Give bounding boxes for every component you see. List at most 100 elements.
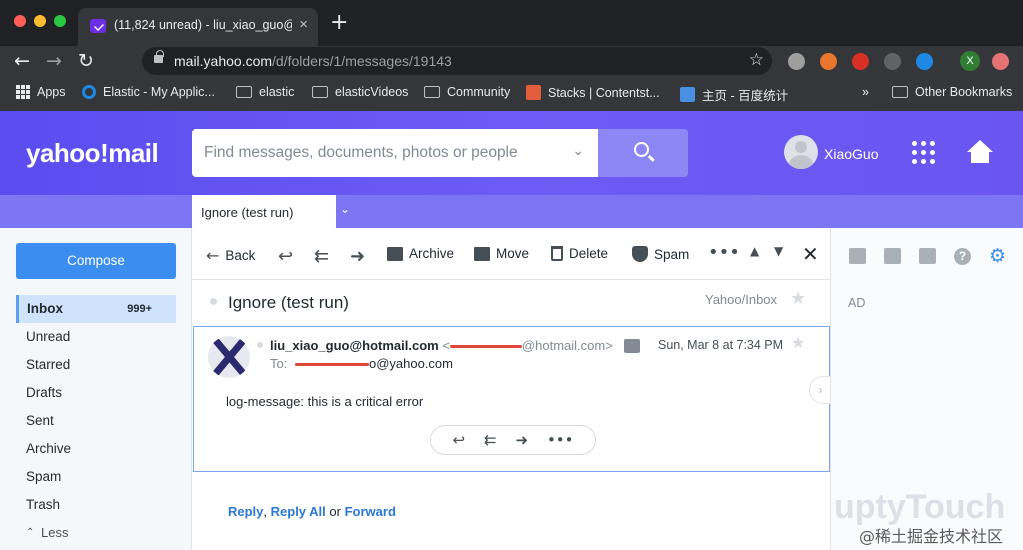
mail-header: yahoo!mail Find messages, documents, pho… bbox=[0, 111, 1023, 195]
sidebar-item-drafts[interactable]: Drafts bbox=[16, 379, 176, 407]
profile-avatar[interactable]: X bbox=[960, 51, 980, 71]
sidebar-item-spam[interactable]: Spam bbox=[16, 463, 176, 491]
quick-actions-pill: ↩ ⇇ ➜ ••• bbox=[430, 425, 596, 455]
delete-button[interactable]: Delete bbox=[551, 246, 608, 261]
address-bar[interactable]: mail.yahoo.com/d/folders/1/messages/1914… bbox=[142, 47, 772, 75]
search-input[interactable]: Find messages, documents, photos or peop… bbox=[192, 129, 598, 177]
sidebar-item-starred[interactable]: Starred bbox=[16, 351, 176, 379]
minimize-window-button[interactable] bbox=[34, 15, 46, 27]
more-actions-button[interactable]: ••• bbox=[708, 242, 740, 263]
trash-icon bbox=[551, 246, 563, 261]
spam-button[interactable]: Spam bbox=[632, 246, 689, 262]
reply-all-button[interactable]: ⇇ bbox=[314, 246, 329, 267]
message-from: liu_xiao_guo@hotmail.com < @hotmail.com> bbox=[270, 338, 613, 353]
forward-button[interactable]: ➜ bbox=[350, 246, 365, 267]
tab-close-icon[interactable]: × bbox=[299, 16, 308, 33]
bookmark-other[interactable]: Other Bookmarks bbox=[892, 85, 1012, 99]
new-tab-button[interactable]: + bbox=[330, 10, 348, 35]
forward-link[interactable]: Forward bbox=[345, 504, 396, 519]
archive-icon bbox=[387, 246, 403, 261]
star-icon[interactable]: ★ bbox=[790, 288, 806, 309]
reply-button[interactable]: ↩ bbox=[278, 246, 293, 267]
apps-grid-icon bbox=[16, 85, 30, 99]
chevron-down-icon[interactable]: ⌄ bbox=[572, 143, 584, 159]
reply-all-icon[interactable]: ⇇ bbox=[484, 431, 497, 449]
sender-name[interactable]: liu_xiao_guo@hotmail.com bbox=[270, 338, 439, 353]
read-status-dot[interactable] bbox=[210, 298, 217, 305]
bookmark-apps[interactable]: Apps bbox=[16, 85, 66, 99]
contacts-icon[interactable] bbox=[849, 248, 866, 264]
compose-button[interactable]: Compose bbox=[16, 243, 176, 279]
search-icon bbox=[634, 142, 649, 157]
close-window-button[interactable] bbox=[14, 15, 26, 27]
chart-icon bbox=[680, 87, 695, 102]
star-icon[interactable]: ★ bbox=[791, 333, 805, 352]
bookmark-folder-elasticvideos[interactable]: elasticVideos bbox=[312, 85, 408, 99]
next-message-button[interactable]: ▼ bbox=[774, 244, 783, 258]
extension-icon[interactable] bbox=[820, 53, 837, 70]
sidebar-less-toggle[interactable]: ⌃ Less bbox=[16, 519, 176, 547]
print-icon[interactable] bbox=[624, 339, 640, 353]
bookmark-star-icon[interactable]: ☆ bbox=[749, 50, 764, 70]
bookmark-folder-elastic[interactable]: elastic bbox=[236, 85, 294, 99]
extension-icon[interactable] bbox=[992, 53, 1009, 70]
watermark-site: @稀土掘金技术社区 bbox=[859, 527, 1004, 546]
stacks-icon bbox=[526, 85, 541, 100]
bookmark-elastic-app[interactable]: Elastic - My Applic... bbox=[82, 85, 215, 99]
help-icon[interactable]: ? bbox=[954, 247, 971, 265]
sidebar-item-archive[interactable]: Archive bbox=[16, 435, 176, 463]
reply-icon: ↩ bbox=[278, 246, 294, 267]
bookmarks-bar: Apps Elastic - My Applic... elastic elas… bbox=[0, 79, 1023, 111]
settings-gear-icon[interactable]: ⚙ bbox=[989, 245, 1006, 267]
ad-label: AD bbox=[848, 296, 866, 310]
archive-button[interactable]: Archive bbox=[387, 246, 454, 261]
adblock-icon[interactable] bbox=[852, 53, 869, 70]
recipient-address[interactable]: o@yahoo.com bbox=[369, 356, 453, 371]
reply-link[interactable]: Reply bbox=[228, 504, 263, 519]
home-icon[interactable] bbox=[967, 140, 993, 164]
reply-all-link[interactable]: Reply All bbox=[271, 504, 326, 519]
folder-icon bbox=[236, 86, 252, 98]
more-bookmarks-button[interactable]: » bbox=[862, 85, 869, 99]
search-button[interactable] bbox=[598, 129, 688, 177]
sidebar-item-trash[interactable]: Trash bbox=[16, 491, 176, 519]
reload-icon[interactable]: ↻ bbox=[78, 50, 94, 72]
forward-icon[interactable]: ➜ bbox=[515, 431, 528, 449]
info-extension-icon[interactable] bbox=[884, 53, 901, 70]
more-dots-icon[interactable]: ••• bbox=[547, 431, 574, 449]
user-name[interactable]: XiaoGuo bbox=[824, 146, 878, 162]
back-button[interactable]: ← Back bbox=[206, 246, 255, 265]
sidebar-item-sent[interactable]: Sent bbox=[16, 407, 176, 435]
reply-links: Reply, Reply All or Forward bbox=[228, 504, 396, 519]
bookmark-stacks[interactable]: Stacks | Contentst... bbox=[526, 85, 660, 100]
shield-icon bbox=[632, 246, 648, 262]
chevron-down-icon[interactable]: ⌄ bbox=[340, 202, 350, 216]
sidebar-item-inbox[interactable]: Inbox 999+ bbox=[16, 295, 176, 323]
calendar-icon[interactable] bbox=[884, 248, 901, 264]
move-icon bbox=[474, 246, 490, 261]
tab-open-message[interactable]: Ignore (test run) bbox=[192, 195, 336, 228]
user-avatar[interactable] bbox=[784, 135, 818, 169]
extension-icon[interactable] bbox=[788, 53, 805, 70]
message-subject: Ignore (test run) bbox=[228, 293, 349, 312]
sidebar-item-unread[interactable]: Unread bbox=[16, 323, 176, 351]
previous-message-button[interactable]: ▲ bbox=[750, 244, 759, 258]
sender-avatar bbox=[208, 336, 250, 378]
browser-tab-active[interactable]: (11,824 unread) - liu_xiao_guo@y × bbox=[78, 8, 318, 46]
move-button[interactable]: Move bbox=[474, 246, 529, 261]
reply-icon[interactable]: ↩ bbox=[452, 431, 465, 449]
forward-arrow-icon[interactable]: → bbox=[46, 50, 62, 72]
extension-icon[interactable] bbox=[916, 53, 933, 70]
yahoo-mail-logo[interactable]: yahoo!mail bbox=[26, 138, 159, 169]
chevron-right-icon[interactable]: › bbox=[809, 376, 831, 404]
notepad-icon[interactable] bbox=[919, 248, 936, 264]
browser-toolbar: ← → ↻ mail.yahoo.com/d/folders/1/message… bbox=[0, 46, 1023, 79]
bookmark-baidu-stats[interactable]: 主页 - 百度统计 bbox=[680, 85, 788, 104]
tab-title: (11,824 unread) - liu_xiao_guo@y bbox=[114, 18, 292, 32]
apps-grid-icon[interactable] bbox=[912, 141, 935, 164]
maximize-window-button[interactable] bbox=[54, 15, 66, 27]
back-arrow-icon[interactable]: ← bbox=[14, 50, 30, 72]
close-message-button[interactable]: ✕ bbox=[802, 242, 819, 266]
bookmark-folder-community[interactable]: Community bbox=[424, 85, 510, 99]
read-status-dot[interactable] bbox=[257, 342, 263, 348]
